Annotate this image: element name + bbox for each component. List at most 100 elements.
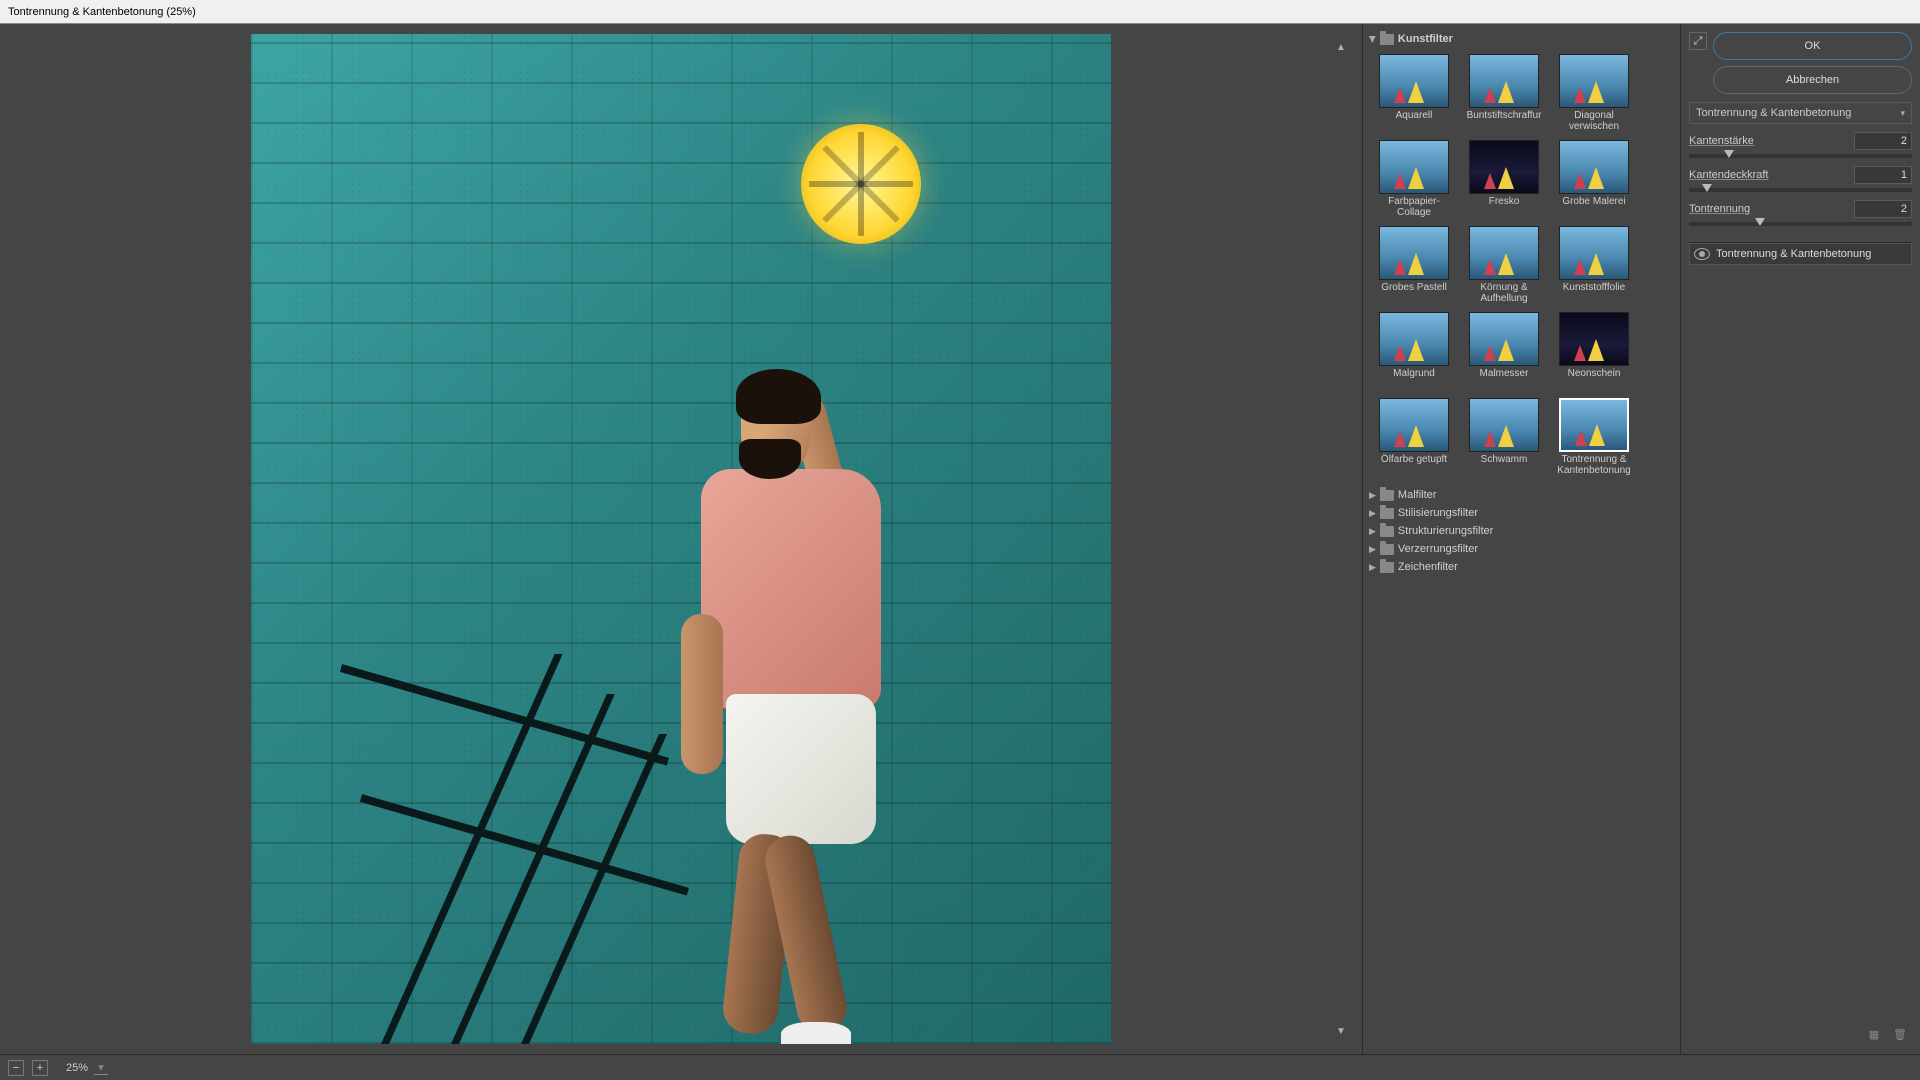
thumbnail-image (1379, 54, 1449, 108)
thumbnail-image (1559, 140, 1629, 194)
category-label: Stilisierungsfilter (1398, 507, 1478, 519)
param-label: Kantendeckkraft (1689, 169, 1769, 181)
category-label: Verzerrungsfilter (1398, 543, 1478, 555)
folder-icon (1380, 544, 1394, 555)
thumbnail-label: Kunststofffolie (1563, 282, 1625, 304)
category-label: Strukturierungsfilter (1398, 525, 1493, 537)
thumbnail-label: Grobe Malerei (1562, 196, 1625, 218)
filter-thumbnail[interactable]: Malgrund (1373, 312, 1455, 390)
thumbnail-label: Diagonal verwischen (1553, 110, 1635, 132)
effect-layer-row[interactable]: Tontrennung & Kantenbetonung (1689, 243, 1912, 265)
thumbnail-grid: Aquarell Buntstiftschraffur Diagonal verwi… (1369, 48, 1674, 486)
zoom-level: 25% (66, 1062, 88, 1074)
filter-thumbnail[interactable]: Aquarell (1373, 54, 1455, 132)
folder-icon (1380, 34, 1394, 45)
filter-thumbnail[interactable]: Kunststofffolie (1553, 226, 1635, 304)
bottom-toolbar: − + 25% ▾ (0, 1054, 1920, 1080)
thumbnail-image (1469, 226, 1539, 280)
preview-image[interactable] (251, 34, 1111, 1044)
category-row[interactable]: ▶ Strukturierungsfilter (1369, 522, 1674, 540)
thumbnail-label: Neonschein (1568, 368, 1621, 390)
thumbnail-image (1469, 312, 1539, 366)
filter-thumbnail[interactable]: Neonschein (1553, 312, 1635, 390)
filter-gallery-panel: ▶ Kunstfilter Aquarell Buntstiftschraffur… (1362, 24, 1680, 1054)
scroll-up-arrow[interactable]: ▲ (1334, 40, 1348, 54)
thumbnail-image (1379, 226, 1449, 280)
window-title: Tontrennung & Kantenbetonung (25%) (8, 6, 196, 18)
thumbnail-label: Farbpapier-Collage (1373, 196, 1455, 218)
tontrennung-slider[interactable] (1689, 222, 1912, 226)
ok-button[interactable]: OK (1713, 32, 1912, 60)
filter-thumbnail[interactable]: Ölfarbe getupft (1373, 398, 1455, 476)
folder-icon (1380, 526, 1394, 537)
category-row[interactable]: ▶Malfilter (1369, 486, 1674, 504)
param-tontrennung: Tontrennung (1689, 200, 1912, 226)
thumbnail-image (1469, 140, 1539, 194)
thumbnail-label: Schwamm (1481, 454, 1528, 476)
thumbnail-image (1379, 398, 1449, 452)
effect-layers-panel: Tontrennung & Kantenbetonung (1689, 242, 1912, 1014)
filter-thumbnail[interactable]: Fresko (1463, 140, 1545, 218)
thumbnail-label: Buntstiftschraffur (1467, 110, 1542, 132)
kantenstaerke-input[interactable] (1854, 132, 1912, 150)
thumbnail-label: Malgrund (1393, 368, 1435, 390)
visibility-eye-icon[interactable] (1694, 248, 1710, 260)
tontrennung-input[interactable] (1854, 200, 1912, 218)
category-row[interactable]: ▶Zeichenfilter (1369, 558, 1674, 576)
thumbnail-label: Tontrennung & Kantenbetonung (1553, 454, 1635, 476)
category-row[interactable]: ▶ Verzerrungsfilter (1369, 540, 1674, 558)
preview-area: ▲ (0, 24, 1362, 1054)
kantenstaerke-slider[interactable] (1689, 154, 1912, 158)
filter-thumbnail[interactable]: Malmesser (1463, 312, 1545, 390)
scroll-down-arrow[interactable]: ▼ (1334, 1024, 1348, 1038)
param-kantendeckkraft: Kantendeckkraft (1689, 166, 1912, 192)
disclosure-triangle-icon: ▶ (1369, 526, 1376, 537)
window-titlebar: Tontrennung & Kantenbetonung (25%) (0, 0, 1920, 24)
folder-icon (1380, 490, 1394, 501)
thumbnail-label: Fresko (1489, 196, 1520, 218)
thumbnail-image (1379, 312, 1449, 366)
delete-layer-icon[interactable]: 🗑 (1892, 1026, 1908, 1042)
category-kunstfilter[interactable]: ▶ Kunstfilter (1369, 30, 1674, 48)
thumbnail-image (1559, 226, 1629, 280)
expand-collapse-icon[interactable]: ⤢ (1689, 32, 1707, 50)
kantendeckkraft-slider[interactable] (1689, 188, 1912, 192)
thumbnail-label: Malmesser (1480, 368, 1529, 390)
new-layer-icon[interactable]: ▦ (1866, 1026, 1882, 1042)
thumbnail-label: Grobes Pastell (1381, 282, 1447, 304)
thumbnail-image (1559, 54, 1629, 108)
thumbnail-image (1469, 54, 1539, 108)
kantendeckkraft-input[interactable] (1854, 166, 1912, 184)
thumbnail-image (1559, 312, 1629, 366)
filter-thumbnail[interactable]: Farbpapier-Collage (1373, 140, 1455, 218)
zoom-dropdown-icon[interactable]: ▾ (94, 1061, 108, 1075)
filter-thumbnail[interactable]: Schwamm (1463, 398, 1545, 476)
disclosure-triangle-icon: ▶ (1369, 544, 1376, 555)
param-kantenstaerke: Kantenstärke (1689, 132, 1912, 158)
filter-thumbnail[interactable]: Tontrennung & Kantenbetonung (1553, 398, 1635, 476)
filter-select-dropdown[interactable]: Tontrennung & Kantenbetonung ▾ (1689, 102, 1912, 124)
zoom-out-button[interactable]: − (8, 1060, 24, 1076)
category-row[interactable]: ▶ Stilisierungsfilter (1369, 504, 1674, 522)
filter-thumbnail[interactable]: Grobes Pastell (1373, 226, 1455, 304)
zoom-in-button[interactable]: + (32, 1060, 48, 1076)
cancel-button[interactable]: Abbrechen (1713, 66, 1912, 94)
filter-thumbnail[interactable]: Buntstiftschraffur (1463, 54, 1545, 132)
param-label: Tontrennung (1689, 203, 1750, 215)
effect-layer-label: Tontrennung & Kantenbetonung (1716, 248, 1871, 260)
chevron-down-icon: ▾ (1900, 108, 1905, 119)
category-label: Zeichenfilter (1398, 561, 1458, 573)
filter-thumbnail[interactable]: Grobe Malerei (1553, 140, 1635, 218)
filter-thumbnail[interactable]: Körnung & Aufhellung (1463, 226, 1545, 304)
disclosure-triangle-icon: ▶ (1367, 36, 1378, 43)
settings-panel: ⤢ OK Abbrechen Tontrennung & Kantenbeton… (1680, 24, 1920, 1054)
filter-thumbnail[interactable]: Diagonal verwischen (1553, 54, 1635, 132)
thumbnail-image (1469, 398, 1539, 452)
disclosure-triangle-icon: ▶ (1369, 490, 1376, 501)
param-label: Kantenstärke (1689, 135, 1754, 147)
folder-icon (1380, 508, 1394, 519)
filter-select-value: Tontrennung & Kantenbetonung (1696, 107, 1851, 119)
thumbnail-label: Ölfarbe getupft (1381, 454, 1447, 476)
category-label: Kunstfilter (1398, 33, 1453, 45)
disclosure-triangle-icon: ▶ (1369, 508, 1376, 519)
